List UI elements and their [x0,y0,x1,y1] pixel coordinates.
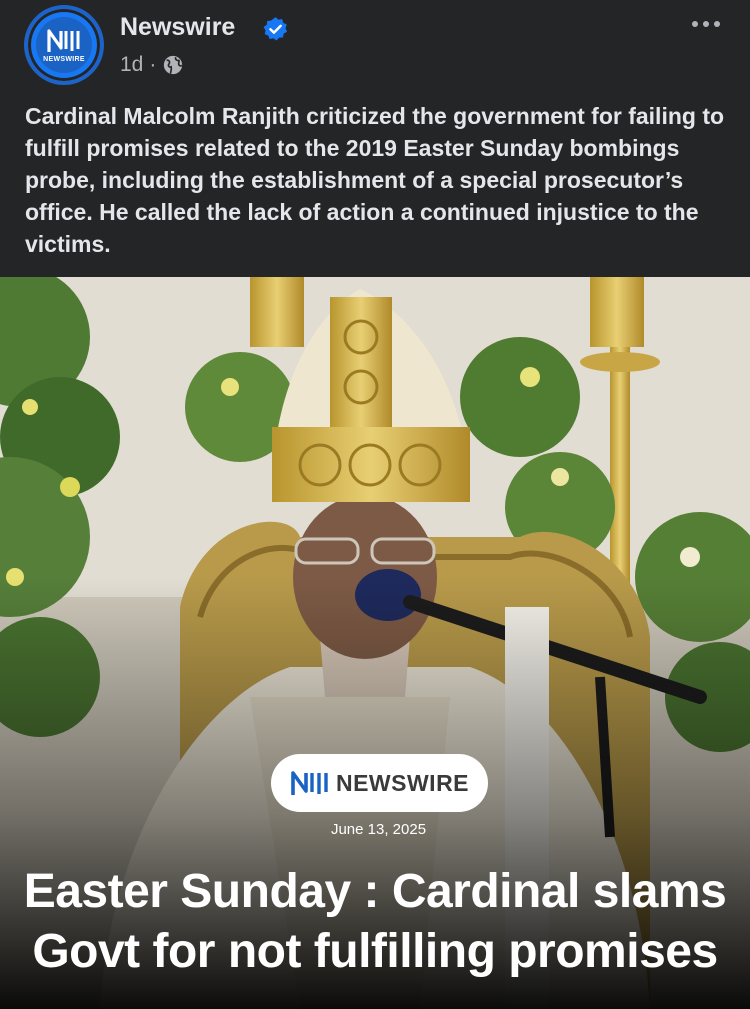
page-name[interactable]: Newswire [120,13,235,42]
newswire-logo-icon [47,28,80,52]
avatar-text: NEWSWIRE [43,55,85,63]
post-meta: 1d · [120,52,184,78]
more-options-icon [692,21,698,27]
post-header: NEWSWIRE Newswire 1d · [0,0,750,95]
brand-label: NEWSWIRE [335,769,470,796]
post-caption: Cardinal Malcolm Ranjith criticized the … [25,103,725,257]
newswire-brand-pill: NEWSWIRE [271,754,488,812]
media-date: June 13, 2025 [330,821,427,838]
more-options-button[interactable] [688,12,724,36]
globe-icon[interactable] [162,54,184,76]
verified-badge-icon [263,17,288,41]
post-time[interactable]: 1d [120,53,143,77]
media-headline: Easter Sunday : Cardinal slams Govt for … [23,865,727,978]
page-avatar[interactable]: NEWSWIRE [24,5,104,85]
newswire-logo-icon [291,771,328,795]
avatar-logo: NEWSWIRE [36,17,92,73]
meta-separator: · [149,53,157,76]
post-image[interactable]: NEWSWIRE June 13, 2025 Easter Sunday : C… [0,277,750,1009]
